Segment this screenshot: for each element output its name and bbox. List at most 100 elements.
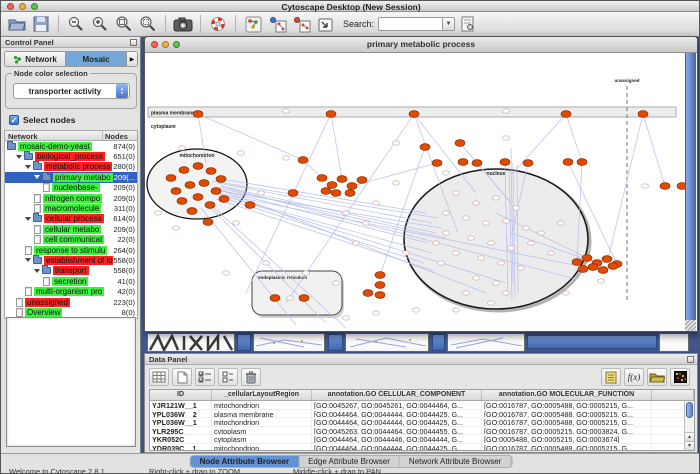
node[interactable]: [343, 316, 350, 320]
selected-node[interactable]: [206, 168, 216, 175]
node[interactable]: [233, 221, 240, 225]
node[interactable]: [283, 156, 290, 160]
tree-row[interactable]: cell communicat22(0): [5, 235, 137, 245]
tab-network[interactable]: Network: [5, 52, 66, 66]
snapshot-icon[interactable]: [171, 13, 195, 35]
node[interactable]: [488, 301, 495, 305]
node[interactable]: [403, 251, 410, 255]
node[interactable]: [518, 266, 525, 270]
selected-node[interactable]: [203, 219, 213, 226]
selected-node[interactable]: [321, 188, 331, 195]
node[interactable]: [179, 146, 186, 150]
table-row[interactable]: YDR039C__1mitochondrion[GO:0044464, GO:0…: [150, 444, 694, 451]
selected-node[interactable]: [327, 182, 337, 189]
scrollbar-thumb[interactable]: [686, 402, 693, 418]
expand-arrow-icon[interactable]: [34, 269, 40, 273]
import-attributes-icon[interactable]: [647, 368, 667, 386]
column-header[interactable]: annotation.GO MOLECULAR_FUNCTION: [482, 390, 652, 400]
table-row[interactable]: YPL036W__1mitochondrion[GO:0044464, GO:0…: [150, 418, 694, 427]
selected-node[interactable]: [185, 182, 195, 189]
window-resize-grip[interactable]: [685, 320, 696, 331]
node[interactable]: [223, 271, 230, 275]
attribute-editor-icon[interactable]: [601, 368, 621, 386]
selected-node[interactable]: [357, 177, 367, 184]
column-header[interactable]: ID: [150, 390, 212, 400]
selected-node[interactable]: [317, 175, 327, 182]
tree-row[interactable]: transport558(0): [5, 266, 137, 276]
selected-node[interactable]: [500, 159, 510, 166]
node[interactable]: [283, 109, 290, 113]
selected-node[interactable]: [193, 194, 203, 201]
function-builder-icon[interactable]: f(x): [624, 368, 644, 386]
selected-node[interactable]: [179, 167, 189, 174]
link-annotation-icon[interactable]: [289, 13, 313, 35]
node[interactable]: [503, 291, 510, 295]
network-overview-icon[interactable]: [241, 13, 265, 35]
tree-row[interactable]: mosaic-demo-yeast874(0): [5, 141, 137, 151]
node[interactable]: [548, 251, 555, 255]
expand-arrow-icon[interactable]: [25, 258, 31, 262]
node[interactable]: [443, 211, 450, 215]
column-header[interactable]: _cellularLayoutRegion: [212, 390, 312, 400]
attribute-table-header[interactable]: ID_cellularLayoutRegionannotation.GO CEL…: [150, 390, 694, 401]
selected-node[interactable]: [563, 159, 573, 166]
birds-eye-view[interactable]: [6, 317, 136, 447]
tree-row[interactable]: response to stimulu264(0): [5, 245, 137, 255]
node[interactable]: [493, 281, 500, 285]
selected-node[interactable]: [577, 159, 587, 166]
node[interactable]: [523, 226, 530, 230]
node[interactable]: [393, 141, 400, 145]
tree-header[interactable]: Network Nodes: [4, 130, 138, 141]
tree-row[interactable]: primary metabo209(...: [5, 172, 137, 182]
selected-node[interactable]: [472, 160, 482, 167]
network-vertical-scrollbar[interactable]: [685, 53, 696, 331]
selected-node[interactable]: [455, 140, 465, 147]
node[interactable]: [155, 211, 162, 215]
node[interactable]: [303, 271, 310, 275]
zoom-out-icon[interactable]: [64, 13, 88, 35]
node[interactable]: [598, 279, 605, 283]
unselect-attributes-icon[interactable]: [218, 368, 238, 386]
selected-node[interactable]: [326, 111, 336, 118]
selected-node[interactable]: [205, 202, 215, 209]
selected-node[interactable]: [588, 264, 598, 271]
selected-node[interactable]: [211, 188, 221, 195]
node[interactable]: [473, 276, 480, 280]
tree-row[interactable]: cellular process614(0): [5, 214, 137, 224]
selected-node[interactable]: [602, 256, 612, 263]
zoom-in-icon[interactable]: [88, 13, 112, 35]
selected-node[interactable]: [608, 263, 618, 270]
selected-node[interactable]: [270, 295, 280, 302]
table-row[interactable]: YKR052Ccytoplasm[GO:0044464, GO:0044446,…: [150, 435, 694, 444]
node[interactable]: [373, 311, 380, 315]
tree-row[interactable]: unassigned223(0): [5, 297, 137, 307]
selected-node[interactable]: [337, 176, 347, 183]
selected-node[interactable]: [458, 159, 468, 166]
tree-row[interactable]: metabolic process280(0): [5, 162, 137, 172]
selected-node[interactable]: [572, 259, 582, 266]
network-tree[interactable]: mosaic-demo-yeast874(0)biological_proces…: [4, 141, 138, 319]
tab-scroll-right-icon[interactable]: ▶: [127, 52, 137, 66]
search-input[interactable]: [378, 17, 442, 31]
expand-arrow-icon[interactable]: [25, 165, 31, 169]
node[interactable]: [642, 184, 649, 188]
node[interactable]: [263, 261, 270, 265]
selected-node[interactable]: [219, 196, 229, 203]
tree-row[interactable]: nitrogen compo209(0): [5, 193, 137, 203]
tree-row[interactable]: multi-organism pro42(0): [5, 286, 137, 296]
selected-node[interactable]: [187, 208, 197, 215]
delete-attribute-icon[interactable]: [241, 368, 261, 386]
node[interactable]: [363, 221, 370, 225]
select-nodes-checkbox[interactable]: ✓: [9, 115, 19, 125]
selected-node[interactable]: [523, 160, 533, 167]
tree-row[interactable]: secretion41(0): [5, 276, 137, 286]
selected-node[interactable]: [561, 111, 571, 118]
node[interactable]: [503, 219, 510, 223]
selected-node[interactable]: [193, 111, 203, 118]
selected-node[interactable]: [216, 176, 226, 183]
node[interactable]: [433, 241, 440, 245]
node[interactable]: [538, 231, 545, 235]
search-options-icon[interactable]: [455, 13, 479, 35]
node[interactable]: [453, 191, 460, 195]
selected-node[interactable]: [363, 290, 373, 297]
